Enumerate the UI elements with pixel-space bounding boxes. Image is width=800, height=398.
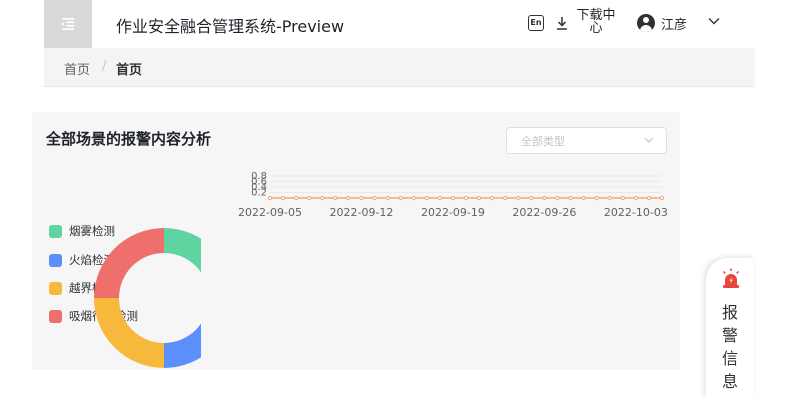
donut-slice[interactable] — [94, 228, 164, 298]
x-tick-label: 2022-09-26 — [512, 206, 576, 219]
x-tick-label: 2022-10-03 — [604, 206, 668, 219]
breadcrumb: 首页 / 首页 — [44, 48, 755, 87]
data-point — [450, 195, 456, 201]
breadcrumb-separator: / — [102, 59, 107, 74]
data-point — [411, 195, 416, 201]
x-tick-label: 2022-09-12 — [329, 206, 393, 219]
legend-swatch — [49, 254, 62, 267]
data-point — [385, 195, 390, 201]
data-point — [307, 195, 312, 201]
alarm-analysis-panel: 全部场景的报警内容分析 全部类型 0.2 0.4 0.6 0.8 2022-09-05 2… — [32, 112, 680, 370]
legend-swatch — [49, 310, 62, 323]
data-point — [346, 195, 351, 201]
breadcrumb-current: 首页 — [116, 63, 143, 78]
alarm-info-label: 报 警 信 息 — [706, 301, 754, 393]
alarm-siren-icon — [722, 268, 740, 288]
data-point — [267, 195, 273, 201]
alarm-info-char: 信 — [721, 349, 738, 368]
top-header: 作业安全融合管理系统-Preview En 下载中心 江彦 — [44, 0, 755, 48]
alarm-type-donut-chart — [94, 228, 201, 368]
data-point — [620, 195, 625, 201]
data-point — [437, 195, 442, 201]
data-point — [555, 195, 560, 201]
alarm-trend-line-chart: 0.20.40.60.82022-09-05 2022-09-12 2022-09-… — [238, 171, 668, 219]
legend-swatch — [49, 282, 62, 295]
language-icon[interactable]: En — [528, 15, 544, 31]
data-point — [581, 195, 586, 201]
data-point — [503, 195, 508, 201]
data-point — [398, 195, 403, 201]
data-point — [476, 195, 482, 201]
alarm-info-char: 报 — [721, 303, 738, 322]
menu-fold-icon — [62, 18, 74, 30]
data-point — [424, 195, 429, 201]
x-tick-label: 2022-09-19 — [421, 206, 485, 219]
data-point — [463, 195, 469, 201]
data-point — [633, 195, 638, 201]
download-icon[interactable] — [555, 15, 569, 31]
legend-swatch — [49, 225, 62, 238]
data-point — [294, 195, 299, 201]
app-title: 作业安全融合管理系统-Preview — [116, 17, 345, 36]
data-point — [542, 195, 547, 201]
data-point — [607, 195, 612, 201]
donut-slice[interactable] — [164, 228, 201, 298]
data-point — [568, 195, 573, 201]
user-avatar-icon[interactable] — [637, 14, 655, 32]
menu-toggle-button[interactable] — [44, 0, 92, 48]
data-point — [659, 195, 665, 201]
alarm-info-char: 息 — [721, 372, 738, 391]
download-center-link[interactable]: 下载中心 — [574, 9, 618, 35]
data-point — [359, 195, 364, 201]
data-point — [333, 195, 338, 201]
donut-slice[interactable] — [164, 298, 201, 368]
user-name[interactable]: 江彦 — [661, 14, 687, 33]
alarm-info-float-button[interactable]: 报 警 信 息 — [706, 258, 754, 398]
chevron-down-icon[interactable] — [708, 17, 720, 25]
data-point — [594, 195, 599, 201]
data-point — [280, 195, 286, 201]
data-point — [516, 195, 521, 201]
donut-chart-container — [89, 224, 201, 370]
donut-slice[interactable] — [94, 298, 164, 368]
alarm-info-char: 警 — [721, 326, 738, 345]
data-point — [372, 195, 377, 201]
breadcrumb-home-link[interactable]: 首页 — [64, 59, 90, 78]
data-point — [490, 195, 495, 201]
data-point — [646, 195, 652, 201]
y-tick-label: 0.8 — [251, 171, 267, 182]
data-point — [529, 195, 534, 201]
data-point — [320, 195, 325, 201]
x-tick-label: 2022-09-05 — [238, 206, 302, 219]
